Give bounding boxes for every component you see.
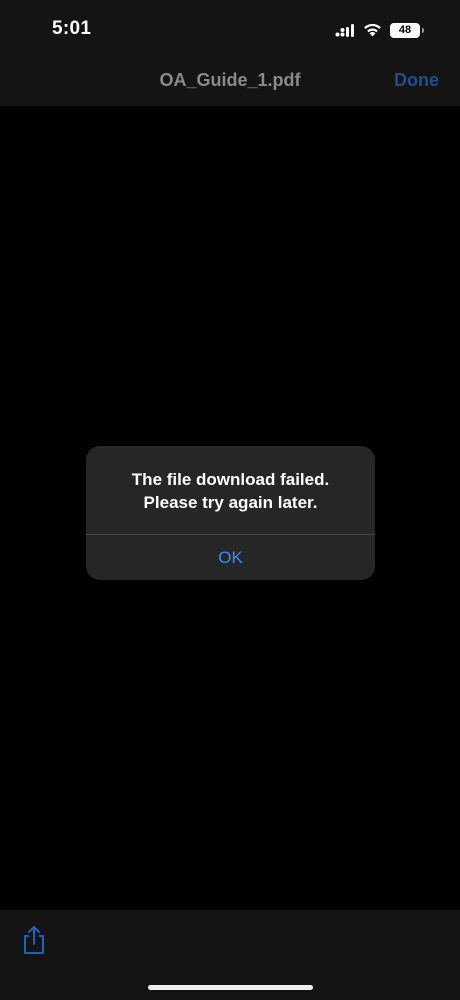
share-icon[interactable] xyxy=(20,924,48,956)
status-icons: 48 xyxy=(335,20,424,40)
battery-icon: 48 xyxy=(390,22,424,38)
done-button[interactable]: Done xyxy=(394,70,439,91)
status-bar: 5:01 48 xyxy=(0,0,460,56)
battery-level: 48 xyxy=(398,23,412,36)
alert-message-line-1: The file download failed. xyxy=(131,470,330,489)
status-time: 5:01 xyxy=(52,18,92,39)
navigation-bar: OA_Guide_1.pdf Done xyxy=(0,56,460,106)
signal-icon xyxy=(335,23,355,37)
wifi-icon xyxy=(363,23,382,37)
alert-message: The file download failed. Please try aga… xyxy=(98,468,363,514)
ok-button[interactable]: OK xyxy=(86,535,375,580)
pdf-viewer-screen: 5:01 48 OA_Guide_1.pdf Done The file dow… xyxy=(0,0,460,1000)
document-title: OA_Guide_1.pdf xyxy=(159,70,301,90)
download-failed-alert: The file download failed. Please try aga… xyxy=(86,446,375,580)
home-indicator[interactable] xyxy=(148,985,313,990)
alert-message-line-2: Please try again later. xyxy=(143,493,318,512)
